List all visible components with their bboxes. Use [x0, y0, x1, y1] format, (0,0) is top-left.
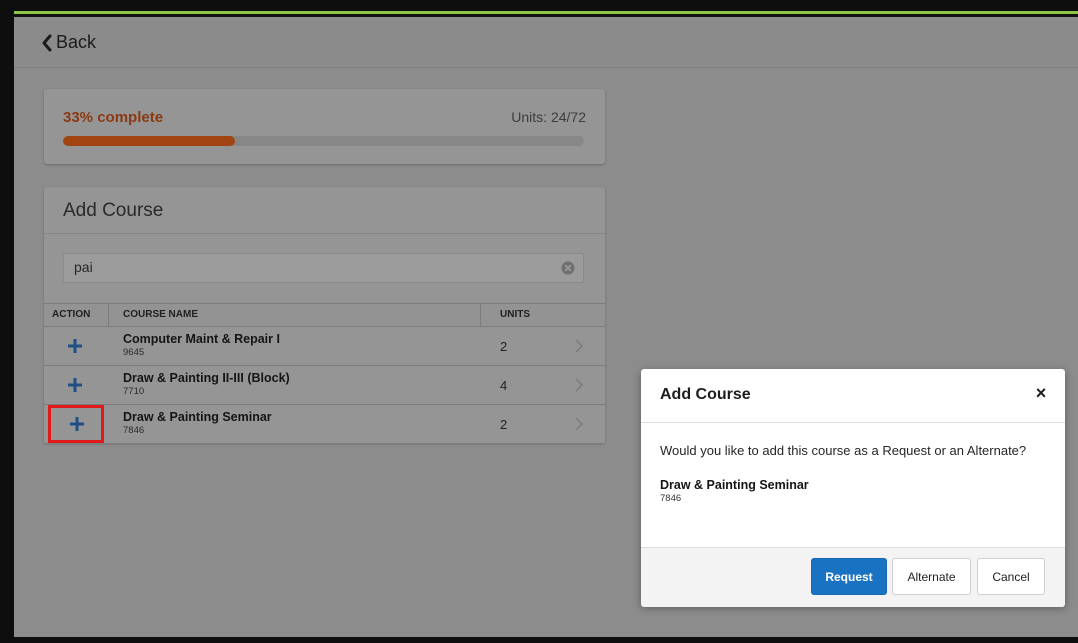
course-name: Draw & Painting II-III (Block) [123, 371, 290, 385]
dialog-course-code: 7846 [660, 493, 682, 504]
search-input[interactable] [74, 259, 554, 275]
window-left-border [0, 14, 14, 643]
accent-line [14, 11, 1078, 14]
window-bottom-border [0, 637, 1078, 643]
chevron-left-icon [42, 34, 52, 51]
add-course-panel: Add Course ACTION COURSE NAME UNITS Com [44, 187, 605, 444]
window-top-border [0, 0, 1078, 14]
dialog-footer: Request Alternate Cancel [641, 547, 1065, 607]
add-course-button[interactable] [48, 405, 104, 443]
course-name: Computer Maint & Repair I [123, 332, 280, 346]
col-course-name: COURSE NAME [123, 309, 199, 320]
col-action: ACTION [52, 309, 91, 320]
add-course-dialog: Add Course × Would you like to add this … [641, 369, 1065, 607]
request-button[interactable]: Request [811, 558, 887, 595]
col-units: UNITS [500, 309, 530, 320]
table-row[interactable]: Draw & Painting II-III (Block) 7710 4 [44, 366, 605, 405]
course-name: Draw & Painting Seminar [123, 410, 272, 424]
progress-card: 33% complete Units: 24/72 [44, 89, 605, 164]
cancel-button[interactable]: Cancel [977, 558, 1045, 595]
col-divider [480, 304, 481, 326]
alternate-button[interactable]: Alternate [892, 558, 971, 595]
add-course-title: Add Course [63, 200, 164, 221]
chevron-right-icon[interactable] [574, 338, 584, 354]
table-row[interactable]: Draw & Painting Seminar 7846 2 [44, 405, 605, 444]
course-search-field[interactable] [63, 253, 584, 283]
dialog-course-name: Draw & Painting Seminar [660, 478, 809, 492]
plus-icon [70, 417, 84, 431]
table-row[interactable]: Computer Maint & Repair I 9645 2 [44, 327, 605, 366]
progress-bar [63, 136, 584, 146]
dialog-question: Would you like to add this course as a R… [660, 443, 1027, 458]
add-course-button[interactable] [62, 372, 88, 398]
course-units: 4 [500, 378, 508, 393]
back-label: Back [56, 32, 97, 52]
close-icon[interactable]: × [1031, 383, 1051, 403]
divider [44, 233, 605, 234]
chevron-right-icon[interactable] [574, 377, 584, 393]
plus-icon [68, 378, 82, 392]
table-header: ACTION COURSE NAME UNITS [44, 303, 605, 327]
page-header: Back [14, 17, 1078, 68]
course-units: 2 [500, 339, 508, 354]
course-units: 2 [500, 417, 508, 432]
course-table: ACTION COURSE NAME UNITS Computer Maint … [44, 303, 605, 444]
divider [641, 422, 1065, 423]
clear-circle-icon[interactable] [561, 261, 575, 275]
add-course-button[interactable] [62, 333, 88, 359]
course-code: 7846 [123, 425, 145, 436]
course-code: 7710 [123, 386, 145, 397]
dialog-title: Add Course [660, 386, 751, 403]
col-divider [108, 304, 109, 326]
back-button[interactable]: Back [41, 32, 96, 53]
plus-icon [68, 339, 82, 353]
course-code: 9645 [123, 347, 145, 358]
progress-bar-fill [63, 136, 235, 146]
chevron-right-icon[interactable] [574, 416, 584, 432]
progress-percent: 33% complete [63, 109, 164, 126]
units-count: Units: 24/72 [511, 109, 586, 125]
